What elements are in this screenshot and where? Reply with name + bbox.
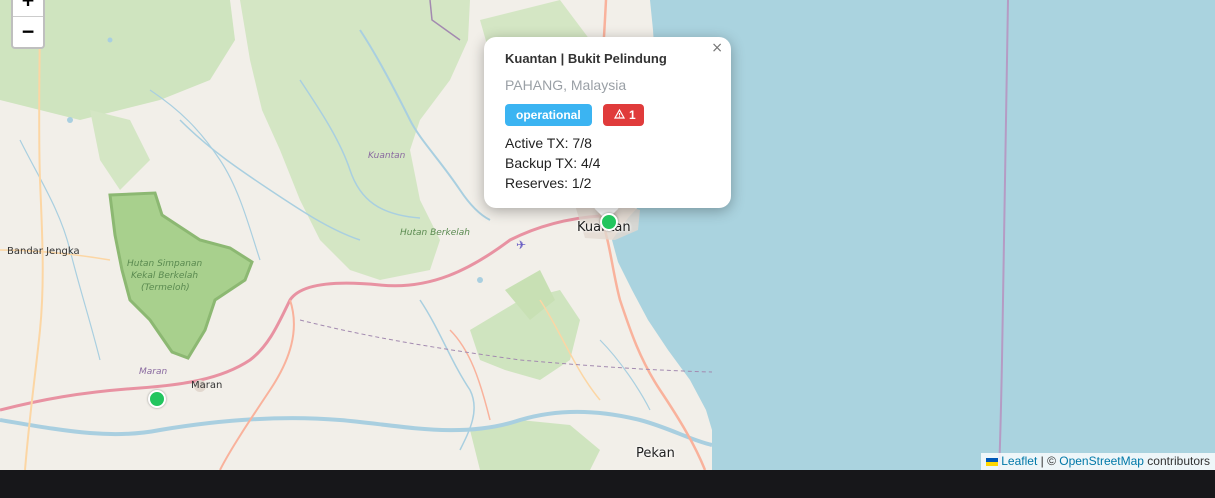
zoom-control: + − xyxy=(11,0,45,49)
osm-link[interactable]: OpenStreetMap xyxy=(1059,454,1144,468)
label-kuantan-district: Kuantan xyxy=(368,151,406,161)
label-maran-town: Maran xyxy=(191,380,223,391)
warning-icon xyxy=(613,104,626,126)
popup-title: Kuantan | Bukit Pelindung xyxy=(505,51,667,66)
zoom-in-button[interactable]: + xyxy=(13,0,43,17)
backup-tx: Backup TX: 4/4 xyxy=(505,155,601,171)
attribution-suffix: contributors xyxy=(1143,454,1210,468)
label-pekan: Pekan xyxy=(636,446,675,461)
river-pahang xyxy=(0,409,713,447)
reserves: Reserves: 1/2 xyxy=(505,175,592,191)
marker-kuantan[interactable] xyxy=(600,213,618,231)
active-tx: Active TX: 7/8 xyxy=(505,135,592,151)
river-7 xyxy=(599,339,651,411)
ukraine-flag-icon xyxy=(986,457,999,466)
footer-bar xyxy=(0,470,1215,498)
label-hutan-simpanan-2: Kekal Berkelah xyxy=(131,271,199,281)
label-bandar-jengka: Bandar Jengka xyxy=(7,246,80,257)
marker-maran[interactable] xyxy=(148,390,166,408)
label-maran-district: Maran xyxy=(139,367,168,377)
popup-close-button[interactable]: × xyxy=(711,40,723,56)
airport-icon: ✈ xyxy=(516,238,526,252)
map-container[interactable]: ✈ Kuantan Hutan Berkelah Bandar Jengka H… xyxy=(0,0,1215,470)
label-hutan-simpanan-3: (Termeloh) xyxy=(141,283,190,293)
popup-region: PAHANG, Malaysia xyxy=(505,77,627,93)
alert-badge[interactable]: 1 xyxy=(603,104,644,126)
zoom-out-button[interactable]: − xyxy=(13,17,43,47)
alert-count: 1 xyxy=(629,108,636,122)
leaflet-link[interactable]: Leaflet xyxy=(1001,454,1037,468)
status-badge: operational xyxy=(505,104,592,126)
site-popup: × Kuantan | Bukit Pelindung PAHANG, Mala… xyxy=(484,37,731,208)
attribution: Leaflet | © OpenStreetMap contributors xyxy=(981,453,1215,470)
forest-west-strip xyxy=(90,110,150,190)
label-hutan-berkelah: Hutan Berkelah xyxy=(400,228,470,238)
attribution-separator: | © xyxy=(1037,454,1060,468)
label-hutan-simpanan-1: Hutan Simpanan xyxy=(127,259,203,269)
road-3 xyxy=(219,299,295,470)
